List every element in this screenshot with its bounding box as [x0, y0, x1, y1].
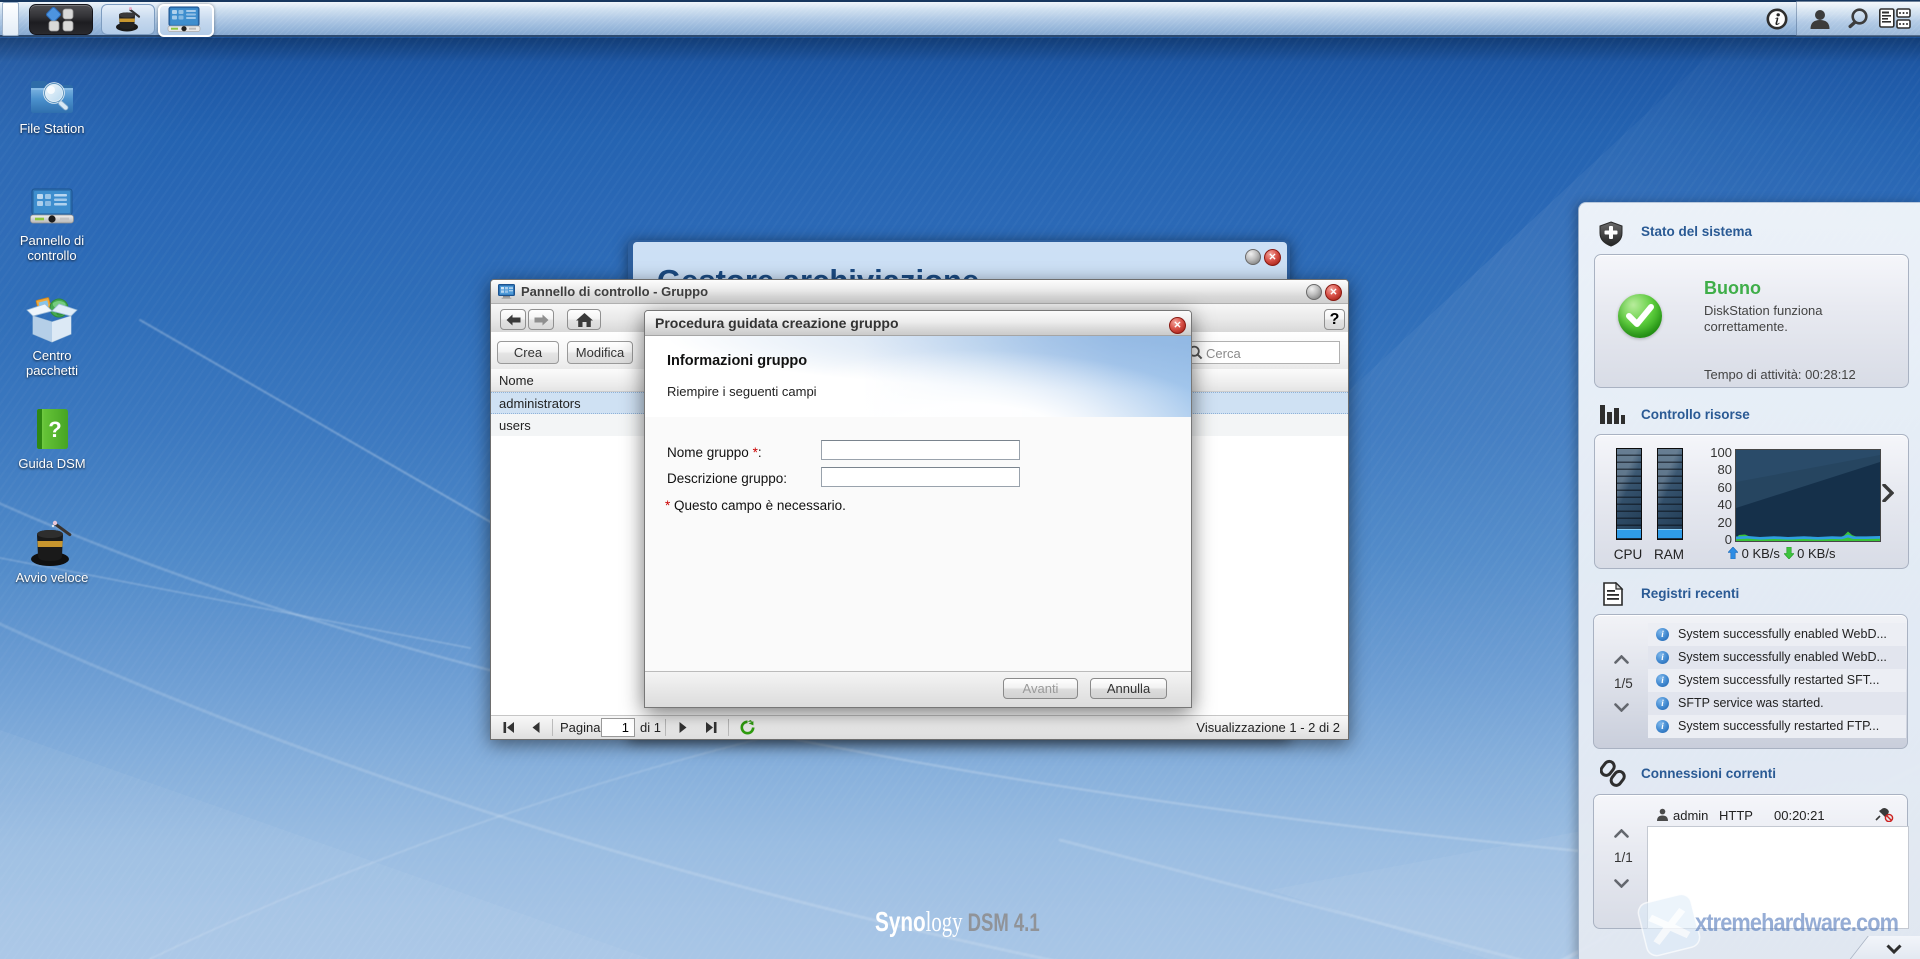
- svg-text:?: ?: [48, 417, 61, 442]
